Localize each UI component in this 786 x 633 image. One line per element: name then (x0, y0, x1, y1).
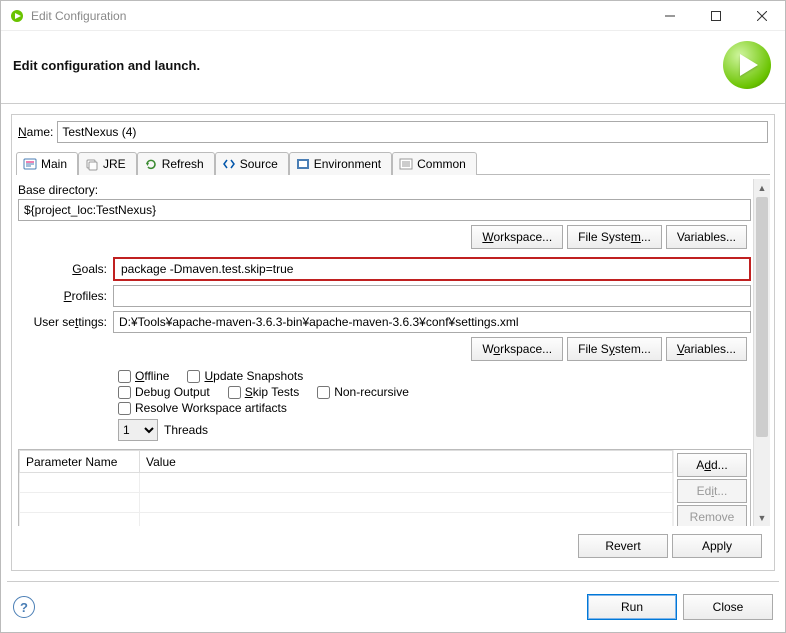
user-settings-input[interactable] (113, 311, 751, 333)
tab-label: Main (41, 157, 67, 171)
titlebar: Edit Configuration (1, 1, 785, 31)
variables-button-1[interactable]: Variables... (666, 225, 747, 249)
tabstrip: Main JRE Refresh Source Environment Comm… (16, 151, 770, 175)
goals-input[interactable] (116, 260, 748, 278)
tab-label: Environment (314, 157, 381, 171)
close-window-button[interactable] (739, 1, 785, 31)
run-hero-icon (723, 41, 771, 89)
edit-button: Edit... (677, 479, 747, 503)
table-row[interactable] (20, 493, 673, 513)
source-tab-icon (222, 157, 236, 171)
workspace-button-1[interactable]: Workspace... (471, 225, 563, 249)
main-tab-icon (23, 157, 37, 171)
scroll-down-arrow[interactable]: ▼ (754, 509, 770, 526)
workspace-button-2[interactable]: Workspace... (471, 337, 563, 361)
vertical-scrollbar[interactable]: ▲ ▼ (753, 179, 770, 526)
tab-refresh[interactable]: Refresh (137, 152, 215, 175)
tab-environment[interactable]: Environment (289, 152, 392, 175)
minimize-button[interactable] (647, 1, 693, 31)
goals-label: Goals: (18, 262, 113, 276)
tab-label: Source (240, 157, 278, 171)
dialog-header: Edit configuration and launch. (1, 31, 785, 104)
close-button[interactable]: Close (683, 594, 773, 620)
environment-tab-icon (296, 157, 310, 171)
window-title: Edit Configuration (31, 9, 647, 23)
help-icon[interactable]: ? (13, 596, 35, 618)
revert-button[interactable]: Revert (578, 534, 668, 558)
goals-highlight-box (113, 257, 751, 281)
base-directory-input[interactable] (18, 199, 751, 221)
apply-button[interactable]: Apply (672, 534, 762, 558)
table-row[interactable] (20, 473, 673, 493)
remove-button: Remove (677, 505, 747, 526)
common-tab-icon (399, 157, 413, 171)
name-label: Name: (18, 125, 53, 139)
tab-source[interactable]: Source (215, 152, 289, 175)
tab-main[interactable]: Main (16, 152, 78, 175)
refresh-tab-icon (144, 157, 158, 171)
update-snapshots-checkbox[interactable]: Update Snapshots (187, 369, 303, 383)
non-recursive-checkbox[interactable]: Non-recursive (317, 385, 409, 399)
base-directory-label: Base directory: (18, 183, 751, 197)
tab-jre[interactable]: JRE (78, 152, 137, 175)
scrollbar-thumb[interactable] (756, 197, 768, 437)
name-input[interactable] (57, 121, 768, 143)
profiles-label: Profiles: (18, 289, 113, 303)
maximize-button[interactable] (693, 1, 739, 31)
variables-button-2[interactable]: Variables... (666, 337, 747, 361)
col-parameter-name[interactable]: Parameter Name (20, 451, 140, 473)
tab-label: JRE (103, 157, 126, 171)
tab-label: Common (417, 157, 466, 171)
skip-tests-checkbox[interactable]: Skip Tests (228, 385, 299, 399)
debug-output-checkbox[interactable]: Debug Output (118, 385, 210, 399)
profiles-input[interactable] (113, 285, 751, 307)
dialog-heading: Edit configuration and launch. (13, 58, 200, 73)
threads-label: Threads (164, 423, 208, 437)
scroll-up-arrow[interactable]: ▲ (754, 179, 770, 196)
col-value[interactable]: Value (140, 451, 673, 473)
offline-checkbox[interactable]: Offline (118, 369, 169, 383)
add-button[interactable]: Add... (677, 453, 747, 477)
tab-common[interactable]: Common (392, 152, 477, 175)
run-button[interactable]: Run (587, 594, 677, 620)
user-settings-label: User settings: (18, 315, 113, 329)
file-system-button-2[interactable]: File System... (567, 337, 662, 361)
resolve-workspace-checkbox[interactable]: Resolve Workspace artifacts (118, 401, 751, 415)
threads-select[interactable]: 1 (118, 419, 158, 441)
table-row[interactable] (20, 513, 673, 527)
app-icon (9, 8, 25, 24)
parameter-table: Parameter Name Value Add... Edit... Remo… (18, 449, 751, 526)
jre-tab-icon (85, 157, 99, 171)
file-system-button-1[interactable]: File System... (567, 225, 662, 249)
tab-label: Refresh (162, 157, 204, 171)
